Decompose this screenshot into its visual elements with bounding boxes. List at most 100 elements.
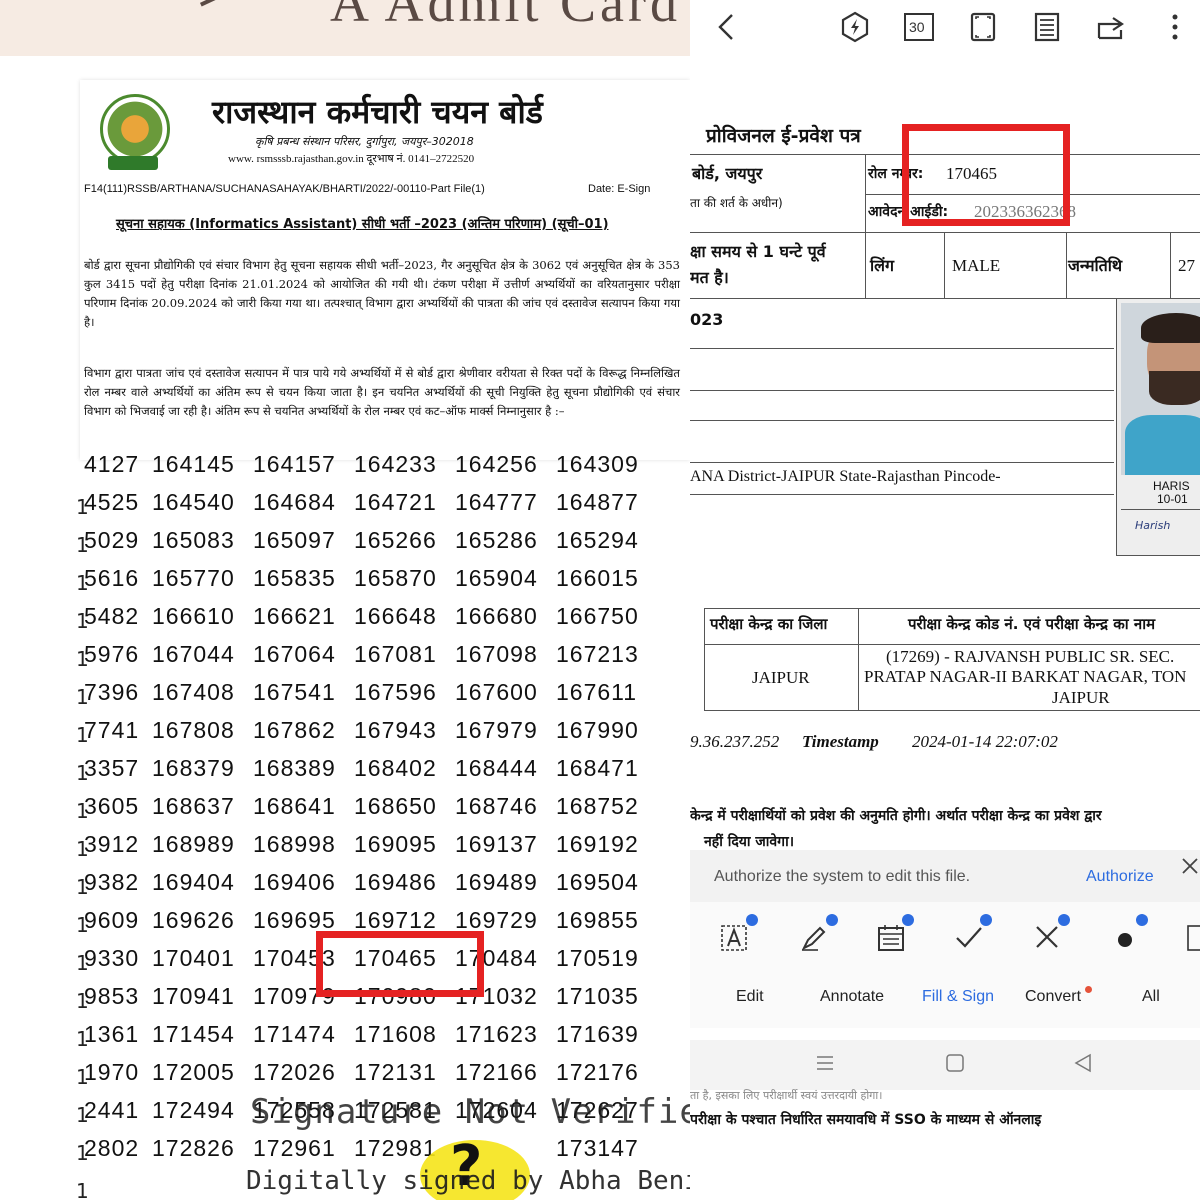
system-nav-bar bbox=[690, 1040, 1200, 1090]
highlight-box-roll-number bbox=[902, 124, 1070, 226]
premium-badge bbox=[902, 914, 914, 926]
pdf-viewer-panel: 30 प्रोविजनल ई-प्रवेश पत्र बोर्ड, जयपुर … bbox=[690, 0, 1200, 1200]
roll-number-cell: 169855 bbox=[556, 907, 639, 933]
roll-number-cell: 167408 bbox=[152, 679, 235, 705]
cross-tool[interactable] bbox=[1030, 914, 1070, 954]
roll-number-partial: 5029 bbox=[84, 527, 140, 553]
cross-icon bbox=[1036, 926, 1058, 948]
back-nav-icon[interactable] bbox=[1072, 1052, 1094, 1074]
roll-number-cell: 164684 bbox=[253, 489, 336, 515]
roll-number-cell: 172826 bbox=[152, 1135, 235, 1161]
premium-badge bbox=[1058, 914, 1070, 926]
authorize-button[interactable]: Authorize bbox=[1086, 868, 1154, 886]
tab-all[interactable]: All bbox=[1142, 988, 1160, 1006]
roll-number-cell: 166680 bbox=[455, 603, 538, 629]
roll-number-cell: 169504 bbox=[556, 869, 639, 895]
roll-number-cell: 167862 bbox=[253, 717, 336, 743]
roll-number-cell: 168379 bbox=[152, 755, 235, 781]
back-icon[interactable] bbox=[710, 10, 744, 44]
roll-number-cell: 169729 bbox=[455, 907, 538, 933]
recent-apps-icon[interactable] bbox=[814, 1052, 836, 1074]
roll-number-cell: 170941 bbox=[152, 983, 235, 1009]
notice-paragraph-2: विभाग द्वारा पात्रता जांच एवं दस्तावेज स… bbox=[84, 366, 680, 418]
roll-number-cell: 170401 bbox=[152, 945, 235, 971]
roll-number-cell: 165770 bbox=[152, 565, 235, 591]
date-tool[interactable] bbox=[874, 914, 914, 954]
roll-number-cell: 171623 bbox=[455, 1021, 538, 1047]
roll-number-cell: 164233 bbox=[354, 451, 437, 477]
tab-fill-sign[interactable]: Fill & Sign bbox=[922, 988, 994, 1006]
roll-number-cell: 164157 bbox=[253, 451, 336, 477]
roll-number-cell: 167044 bbox=[152, 641, 235, 667]
viewer-app-bar: 30 bbox=[690, 0, 1200, 56]
centre-name-line-2: PRATAP NAGAR-II BARKAT NAGAR, TON bbox=[864, 667, 1187, 686]
table-row: 1 9382 169404 169406 169486 169489 169504 bbox=[76, 869, 690, 907]
photo-hair-shape bbox=[1141, 313, 1200, 343]
roll-number-cell: 164309 bbox=[556, 451, 639, 477]
roll-number-cell: 166750 bbox=[556, 603, 639, 629]
tab-edit[interactable]: Edit bbox=[736, 988, 764, 1006]
roll-number-cell: 169712 bbox=[354, 907, 437, 933]
roll-number-cell: 172176 bbox=[556, 1059, 639, 1085]
roll-number-partial: 9853 bbox=[84, 983, 140, 1009]
table-row: 1 5976 167044 167064 167081 167098 167213 bbox=[76, 641, 690, 679]
dot-tool[interactable] bbox=[1108, 914, 1148, 954]
roll-number-cell: 165286 bbox=[455, 527, 538, 553]
close-icon[interactable] bbox=[1180, 856, 1200, 876]
digital-signature-text: Digitally signed by Abha Beniwal bbox=[246, 1166, 690, 1196]
roll-number-cell: 167979 bbox=[455, 717, 538, 743]
table-rule bbox=[704, 608, 1200, 609]
page-count-label: 30 bbox=[909, 19, 925, 35]
roll-number-cell: 169406 bbox=[253, 869, 336, 895]
fullscreen-icon[interactable] bbox=[966, 10, 1000, 44]
lower-note: परीक्षा के पश्चात निर्धारित समयावधि में … bbox=[690, 1112, 1042, 1128]
table-rule bbox=[1170, 232, 1171, 298]
tab-annotate[interactable]: Annotate bbox=[820, 988, 884, 1006]
text-box-tool[interactable] bbox=[718, 914, 758, 954]
roll-number-cell: 171608 bbox=[354, 1021, 437, 1047]
table-row: 1 5616 165770 165835 165870 165904 166015 bbox=[76, 565, 690, 603]
candidate-photo bbox=[1121, 303, 1200, 475]
table-rule bbox=[690, 390, 1114, 391]
roll-number-cell: 167098 bbox=[455, 641, 538, 667]
gender-label: लिंग bbox=[870, 256, 895, 275]
home-icon[interactable] bbox=[944, 1052, 966, 1074]
table-row: 1 7741 167808 167862 167943 167979 167990 bbox=[76, 717, 690, 755]
premium-badge bbox=[980, 914, 992, 926]
roll-number-cell: 166015 bbox=[556, 565, 639, 591]
photo-beard-shape bbox=[1149, 371, 1200, 405]
roll-number-cell: 165870 bbox=[354, 565, 437, 591]
roll-number-partial: 9330 bbox=[84, 945, 140, 971]
roll-number-cell: 166621 bbox=[253, 603, 336, 629]
roll-number-cell: 172961 bbox=[253, 1135, 336, 1161]
check-tool[interactable] bbox=[952, 914, 992, 954]
centre-name-line-1: (17269) - RAJVANSH PUBLIC SR. SEC. bbox=[886, 647, 1175, 666]
table-rule bbox=[865, 154, 866, 298]
reading-mode-icon[interactable] bbox=[1030, 10, 1064, 44]
flash-icon[interactable] bbox=[838, 10, 872, 44]
row-leading-digit: 1 bbox=[76, 1179, 89, 1200]
page-count-button[interactable]: 30 bbox=[902, 10, 936, 44]
roll-number-partial: 2441 bbox=[84, 1097, 140, 1123]
reference-date: Date: E-Sign bbox=[588, 183, 651, 195]
table-rule bbox=[690, 348, 1114, 349]
entry-rule-note-2: नहीं दिया जावेगा। bbox=[704, 834, 794, 850]
tab-convert[interactable]: Convert bbox=[1025, 988, 1081, 1006]
more-tools-icon[interactable] bbox=[1184, 920, 1200, 954]
table-rule bbox=[704, 710, 1200, 711]
roll-number-cell: 166610 bbox=[152, 603, 235, 629]
notice-paragraph-1: बोर्ड द्वारा सूचना प्रौद्योगिकी एवं संचा… bbox=[84, 258, 680, 329]
centre-name-line-3: JAIPUR bbox=[1052, 688, 1110, 707]
table-row: 1 7396 167408 167541 167596 167600 167611 bbox=[76, 679, 690, 717]
photo-divider bbox=[1121, 509, 1200, 510]
lower-note-faded: ता है, इसका लिए परीक्षार्थी स्वयं उत्तरद… bbox=[690, 1089, 883, 1102]
roll-number-cell: 165294 bbox=[556, 527, 639, 553]
pen-tool[interactable] bbox=[798, 914, 838, 954]
share-icon[interactable] bbox=[1094, 10, 1128, 44]
roll-number-partial: 5482 bbox=[84, 603, 140, 629]
notice-heading: सूचना सहायक (Informatics Assistant) सीधी… bbox=[116, 217, 609, 232]
roll-number-cell: 169192 bbox=[556, 831, 639, 857]
roll-number-cell: 170519 bbox=[556, 945, 639, 971]
more-options-icon[interactable] bbox=[1158, 10, 1192, 44]
table-rule bbox=[704, 644, 1200, 645]
